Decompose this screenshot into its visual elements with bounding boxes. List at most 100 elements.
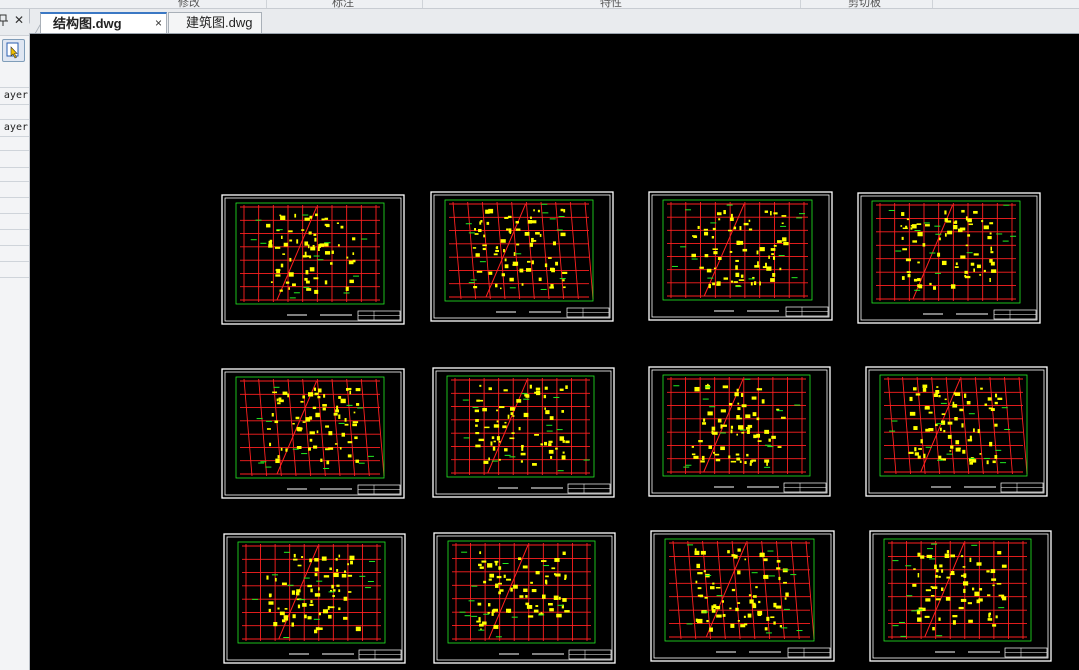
ribbon-group-modify[interactable]: 修改 [178, 0, 200, 8]
annotation-mark [953, 224, 958, 230]
annotation-mark [483, 234, 486, 238]
close-icon[interactable]: ✕ [14, 13, 24, 27]
annotation-mark [976, 562, 982, 566]
annotation-mark [742, 248, 748, 252]
annotation-mark [347, 563, 350, 566]
close-icon[interactable]: × [155, 14, 162, 33]
grid-axis-line [887, 376, 897, 475]
annotation-mark [513, 252, 516, 256]
property-row[interactable] [0, 197, 29, 214]
annotation-mark [530, 216, 532, 219]
annotation-mark [304, 241, 309, 246]
annotation-mark [708, 445, 713, 449]
annotation-mark [277, 402, 281, 405]
tab-architecture-dwg[interactable]: 建筑图.dwg [168, 12, 262, 33]
drawing-sheet [221, 194, 405, 325]
annotation-mark [309, 558, 312, 563]
annotation-mark [979, 274, 982, 276]
annotation-mark [284, 608, 288, 610]
annotation-mark [733, 554, 738, 559]
annotation-mark [695, 618, 698, 622]
annotation-mark [540, 560, 547, 562]
annotation-mark [735, 453, 740, 456]
annotation-mark [932, 626, 935, 631]
annotation-mark [706, 268, 712, 273]
annotation-mark [943, 429, 946, 433]
annotation-mark [770, 248, 776, 251]
property-row[interactable] [0, 181, 29, 198]
annotation-mark [986, 570, 990, 573]
property-row[interactable] [0, 165, 29, 182]
annotation-mark [973, 428, 975, 433]
annotation-mark [562, 551, 566, 556]
ribbon-group-clipboard[interactable]: 剪切板 [848, 0, 881, 8]
pin-icon[interactable] [0, 14, 8, 29]
annotation-mark [753, 434, 757, 439]
annotation-mark [781, 215, 787, 217]
annotation-mark [314, 558, 319, 562]
property-row[interactable] [0, 134, 29, 151]
annotation-mark [563, 209, 566, 213]
annotation-mark [310, 246, 316, 251]
annotation-mark [913, 278, 918, 282]
select-objects-icon[interactable] [2, 39, 25, 62]
annotation-mark [735, 259, 739, 262]
annotation-mark [536, 390, 541, 396]
annotation-mark [770, 616, 775, 619]
annotation-mark [296, 446, 302, 449]
annotation-mark [965, 216, 968, 221]
annotation-mark [562, 279, 565, 282]
annotation-mark [914, 447, 917, 452]
annotation-mark [297, 427, 302, 432]
annotation-mark [902, 227, 908, 230]
annotation-mark [922, 243, 926, 247]
annotation-mark [938, 237, 941, 241]
ribbon-group-properties[interactable]: 特性 [600, 0, 622, 8]
annotation-mark [499, 589, 504, 592]
annotation-mark [918, 607, 923, 612]
annotation-mark [519, 268, 524, 273]
annotation-mark [764, 210, 769, 213]
annotation-mark [534, 434, 539, 436]
annotation-mark [503, 574, 506, 578]
annotation-mark [472, 247, 477, 249]
annotation-mark [508, 228, 512, 233]
annotation-mark [527, 615, 534, 618]
annotation-mark [994, 401, 998, 405]
property-row[interactable] [0, 213, 29, 230]
property-row[interactable] [0, 245, 29, 262]
grid-axis-line [974, 376, 984, 475]
tab-structure-dwg[interactable]: 结构图.dwg × [40, 12, 167, 33]
annotation-mark [280, 263, 284, 268]
ribbon-group-annotation[interactable]: 标注 [332, 0, 354, 8]
annotation-mark [343, 570, 347, 573]
annotation-mark [753, 281, 757, 286]
annotation-mark [1002, 596, 1007, 601]
annotation-mark [475, 419, 479, 422]
property-row[interactable] [0, 229, 29, 246]
annotation-mark [952, 404, 958, 408]
annotation-mark [336, 405, 339, 410]
annotation-mark [994, 455, 998, 459]
drawing-canvas[interactable] [37, 34, 1079, 670]
annotation-mark [328, 431, 333, 436]
annotation-mark [491, 611, 494, 616]
annotation-mark [304, 614, 307, 619]
annotation-mark [764, 627, 768, 631]
grid-axis-line [746, 540, 756, 640]
annotation-mark [917, 278, 921, 282]
annotation-mark [338, 414, 341, 419]
annotation-mark [544, 263, 548, 268]
annotation-mark [916, 223, 922, 226]
annotation-mark [484, 426, 490, 429]
property-row[interactable] [0, 71, 29, 88]
property-row[interactable] [0, 103, 29, 120]
annotation-mark [703, 570, 706, 573]
property-row[interactable] [0, 261, 29, 278]
annotation-mark [928, 411, 933, 414]
annotation-mark [945, 596, 951, 601]
annotation-mark [505, 608, 512, 613]
annotation-mark [340, 398, 346, 404]
annotation-mark [334, 443, 338, 445]
annotation-mark [289, 257, 292, 262]
